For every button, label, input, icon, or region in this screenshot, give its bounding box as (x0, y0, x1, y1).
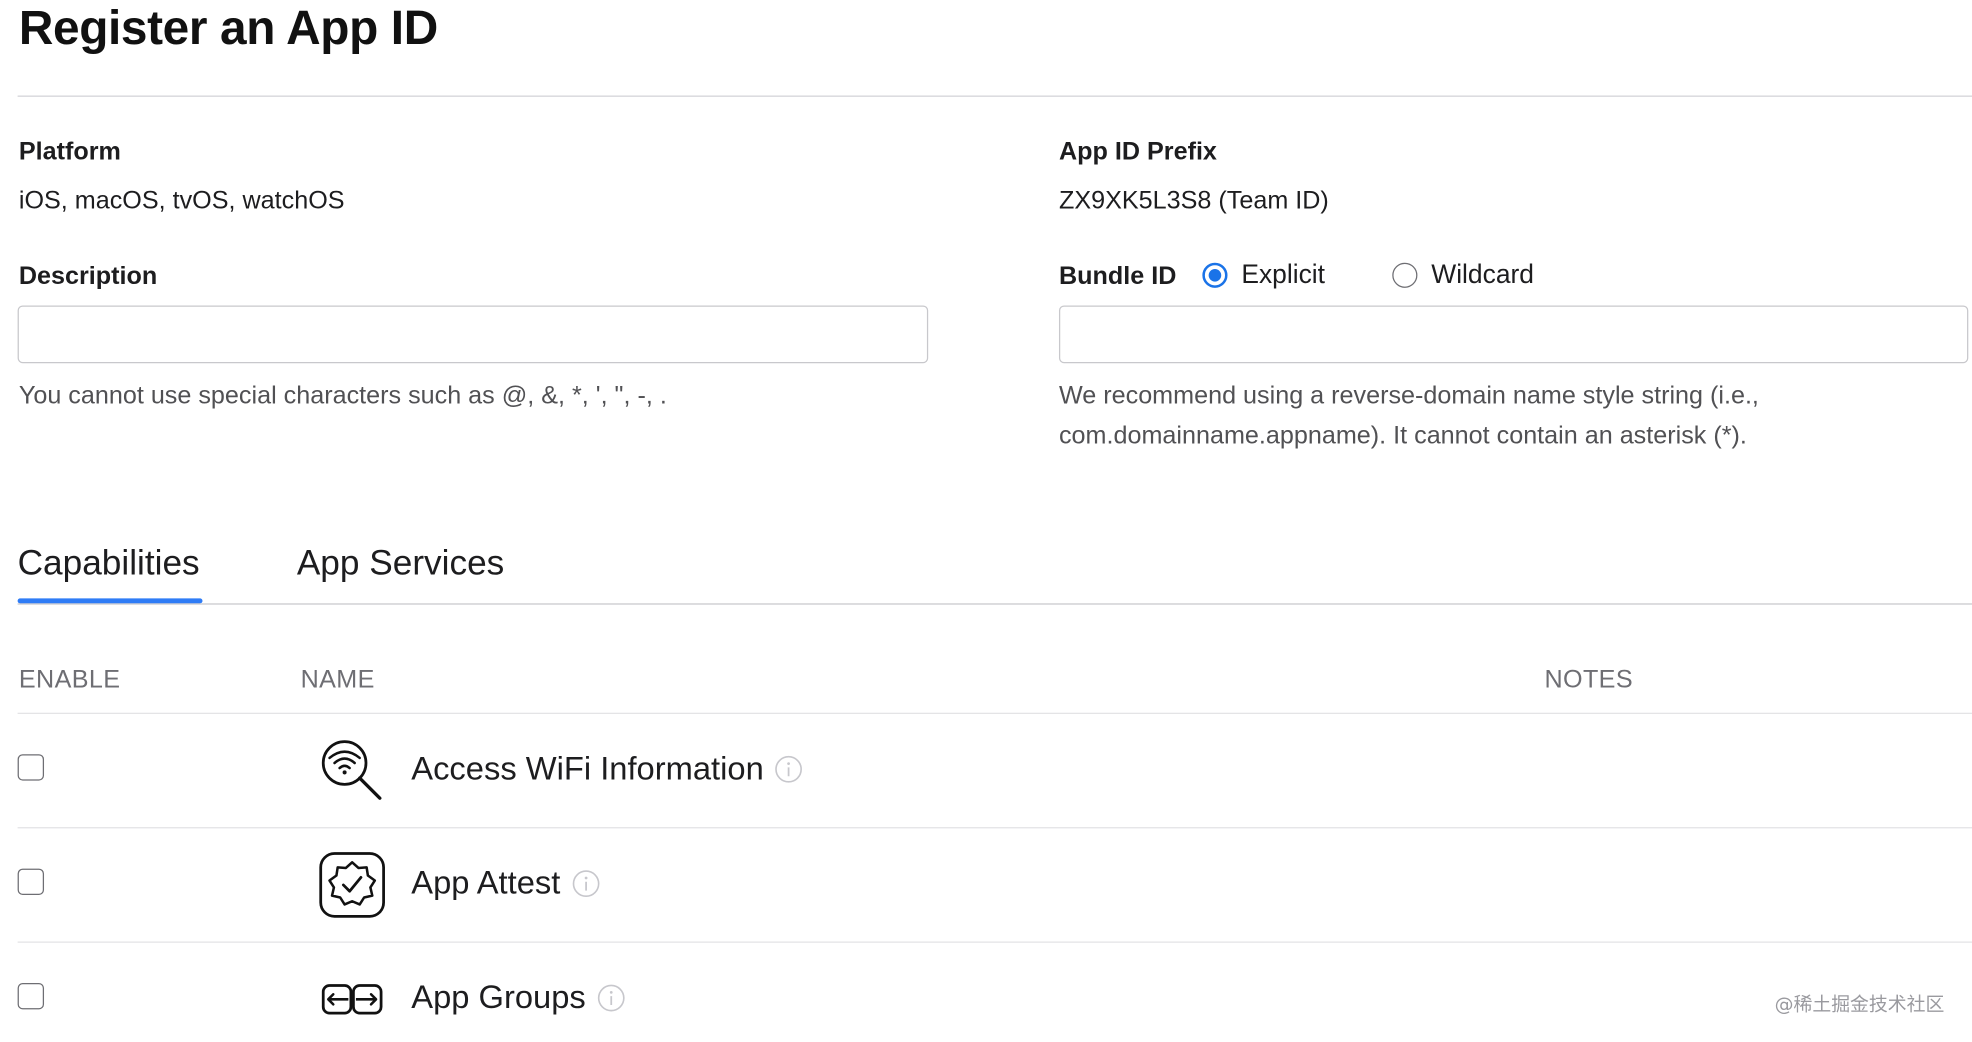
content-area: Register an App ID Platform iOS, macOS, … (0, 0, 1972, 1042)
enable-checkbox-access-wifi[interactable] (17, 754, 45, 781)
bundle-id-hint: We recommend using a reverse-domain name… (1059, 376, 1759, 456)
explicit-radio-option[interactable]: Explicit (1202, 260, 1325, 290)
app-groups-icon (321, 984, 383, 1015)
bundle-id-label: Bundle ID (1058, 262, 1177, 291)
row-divider (17, 941, 1972, 943)
tab-app-services[interactable]: App Services (297, 543, 504, 583)
column-header-enable: ENABLE (18, 666, 121, 694)
capability-name-app-groups: App Groups (411, 977, 625, 1017)
capability-label: Access WiFi Information (411, 749, 764, 787)
platform-value: iOS, macOS, tvOS, watchOS (18, 187, 345, 215)
watermark: @稀土掘金技术社区 (1774, 993, 1945, 1016)
bundle-id-hint-line-1: We recommend using a reverse-domain name… (1058, 382, 1759, 410)
capability-label: App Groups (411, 977, 586, 1016)
tab-capabilities[interactable]: Capabilities (18, 543, 200, 583)
header-divider (17, 712, 1972, 714)
capability-name-app-attest: App Attest (411, 864, 599, 903)
wildcard-radio-label: Wildcard (1431, 260, 1535, 290)
wildcard-radio-option[interactable]: Wildcard (1392, 260, 1534, 290)
row-divider (17, 827, 1972, 829)
description-hint: You cannot use special characters such a… (18, 382, 667, 410)
register-app-id-page: Register an App ID Platform iOS, macOS, … (0, 0, 1972, 1042)
info-icon[interactable] (775, 755, 803, 783)
column-header-notes: NOTES (1544, 666, 1634, 694)
enable-checkbox-app-attest[interactable] (17, 868, 45, 895)
wildcard-radio-button[interactable] (1392, 262, 1418, 288)
bundle-id-hint-line-2: com.domainname.appname). It cannot conta… (1058, 422, 1747, 451)
platform-label: Platform (18, 138, 121, 166)
badge-check-icon (319, 852, 385, 918)
title-divider (17, 95, 1972, 97)
description-label: Description (18, 262, 158, 291)
wifi-search-icon (321, 740, 382, 800)
tabs-divider (17, 603, 1972, 605)
app-id-prefix-value: ZX9XK5L3S8 (Team ID) (1058, 187, 1329, 215)
page-title: Register an App ID (18, 2, 438, 56)
info-icon[interactable] (572, 869, 600, 897)
description-input[interactable] (17, 305, 929, 364)
bundle-id-input[interactable] (1058, 305, 1969, 364)
explicit-radio-label: Explicit (1241, 260, 1326, 290)
capability-label: App Attest (411, 863, 561, 902)
column-header-name: NAME (300, 666, 375, 694)
explicit-radio-button[interactable] (1202, 262, 1228, 288)
capability-name-access-wifi: Access WiFi Information (411, 749, 803, 788)
enable-checkbox-app-groups[interactable] (17, 982, 45, 1010)
info-icon[interactable] (597, 984, 625, 1012)
app-id-prefix-label: App ID Prefix (1058, 138, 1217, 166)
